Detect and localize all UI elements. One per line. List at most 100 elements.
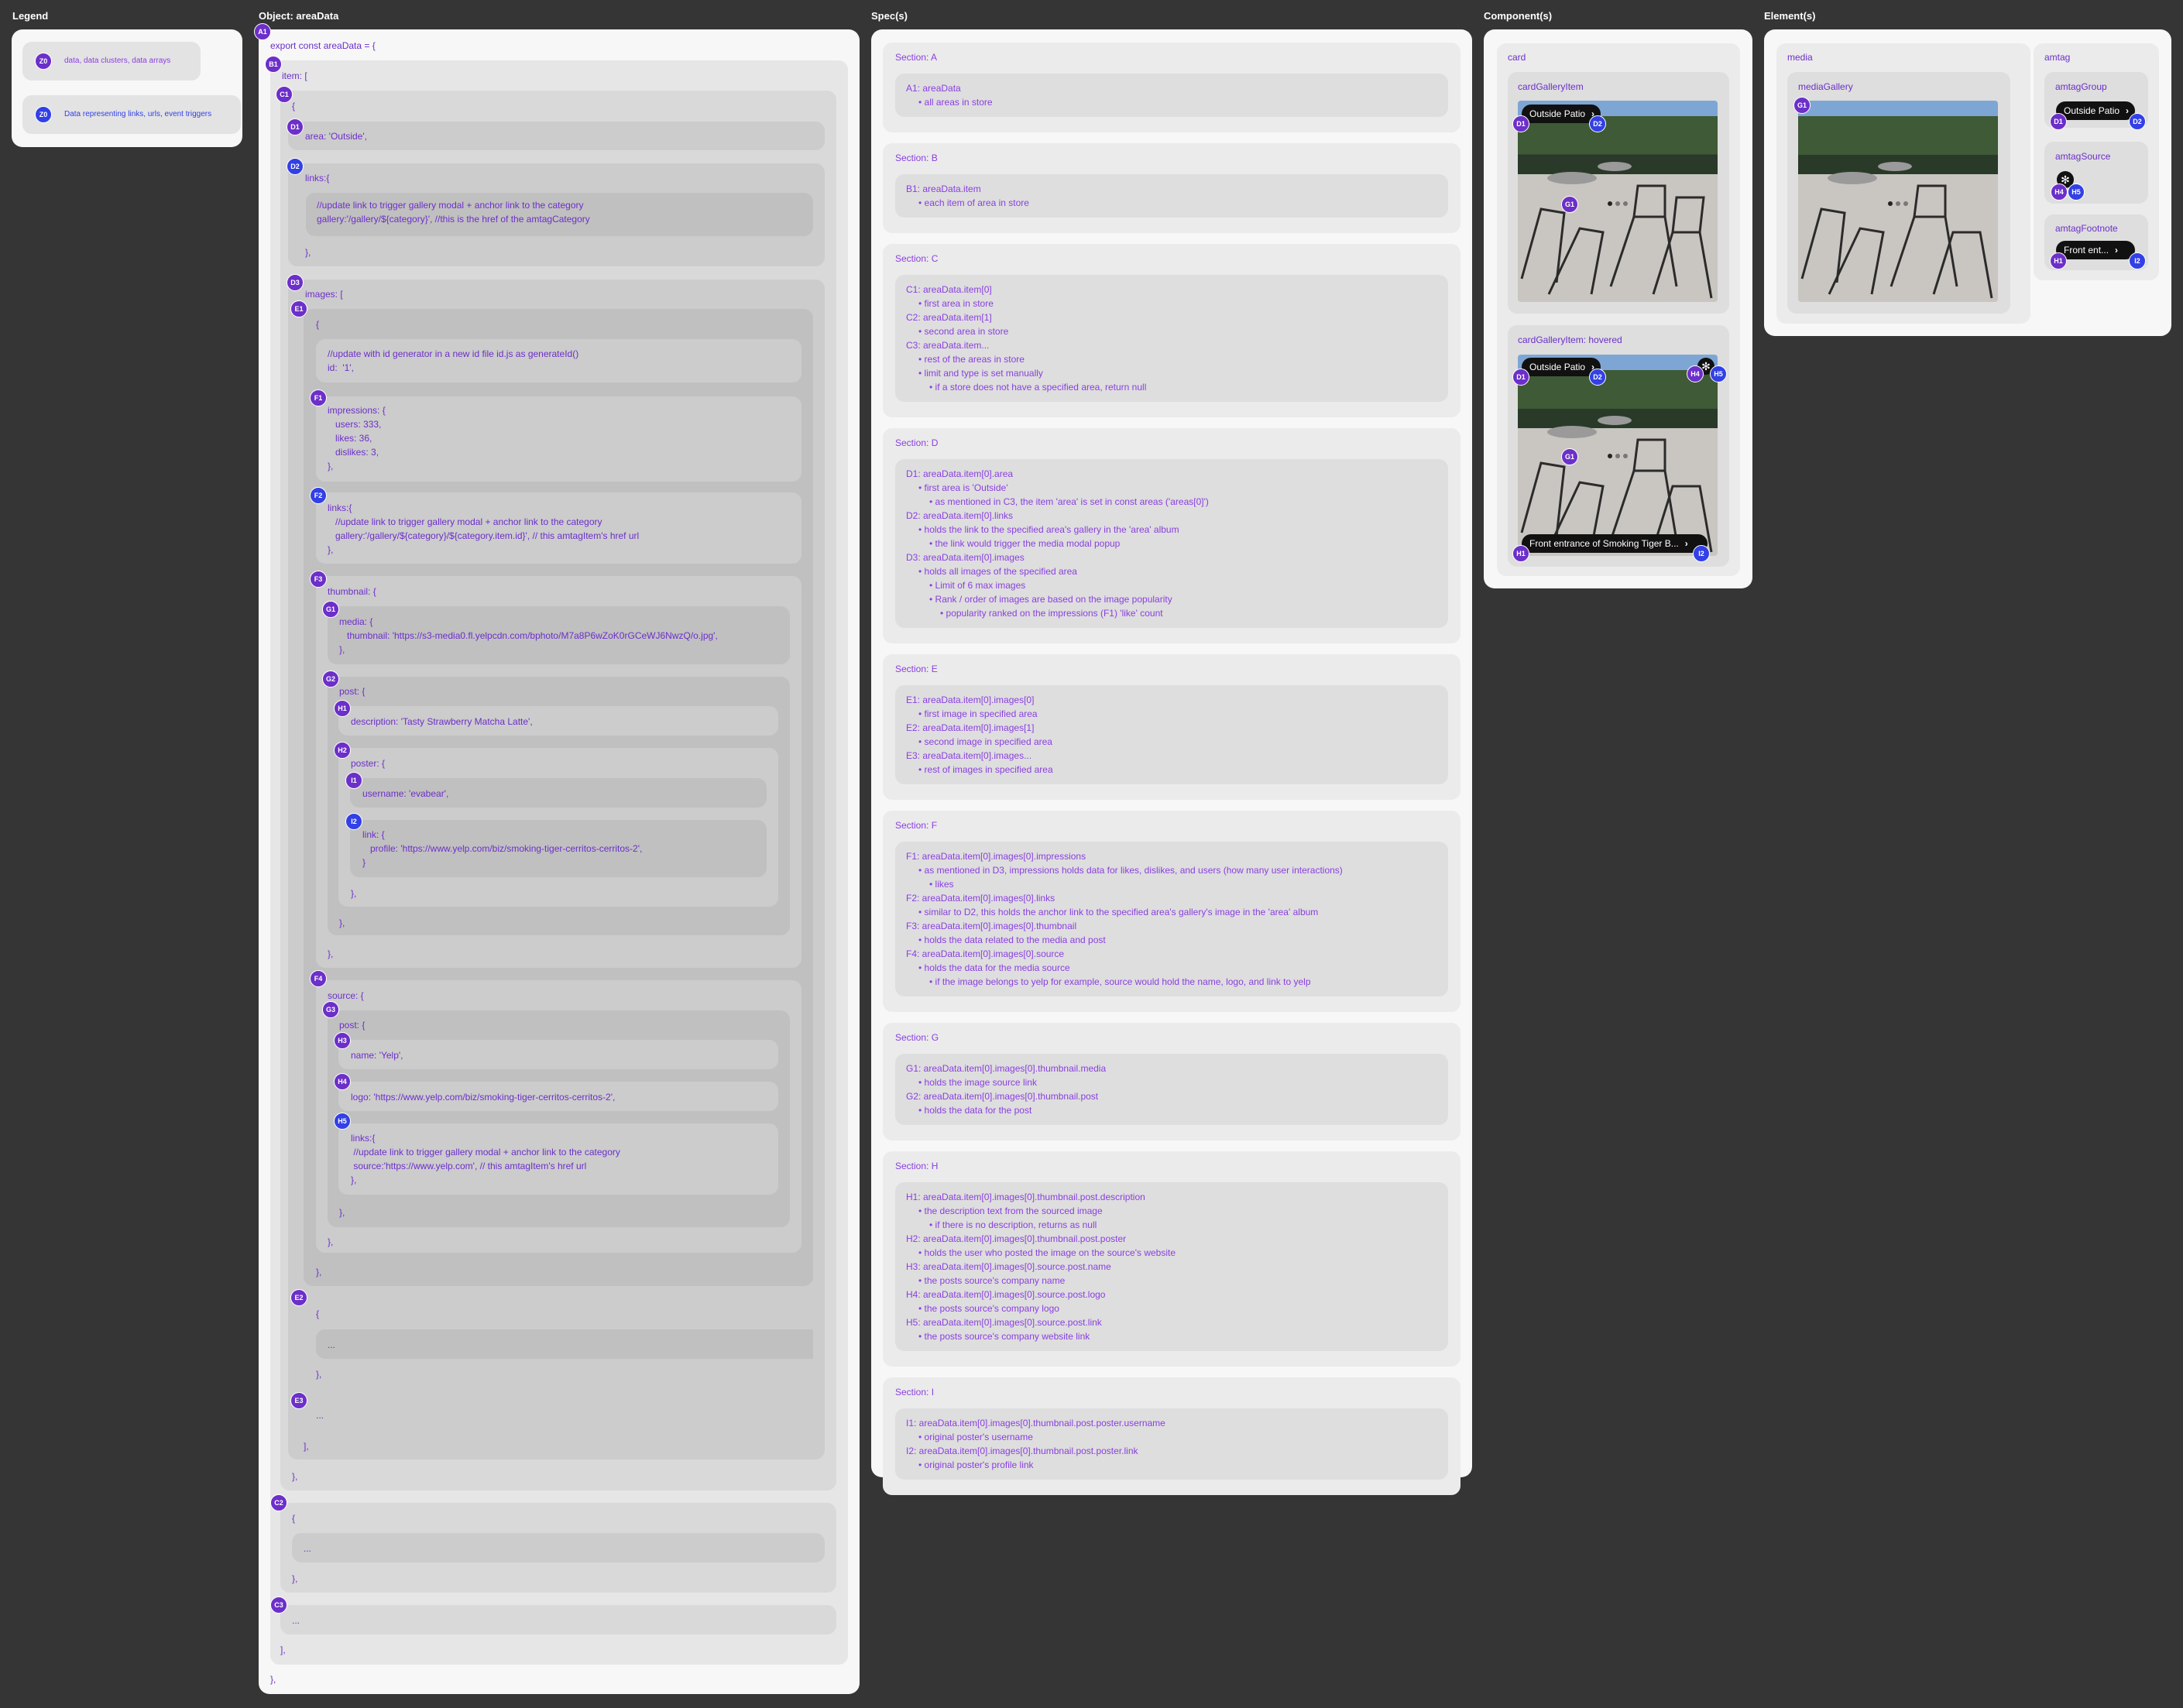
footnote-pill-label: Front entrance of Smoking Tiger B... <box>1529 538 1679 549</box>
code-img-links: links:{ //update link to trigger gallery… <box>328 502 640 555</box>
pagination-dot-active[interactable] <box>1608 454 1612 458</box>
spec-line: • rest of the areas in store <box>918 354 1025 365</box>
code-c2-close: }, <box>292 1573 298 1584</box>
legend-panel: Z0 data, data clusters, data arrays Z0 D… <box>12 29 242 147</box>
comp-hover-badge-d1: D1 <box>1512 369 1529 386</box>
el-badge-h4: H4 <box>2051 183 2068 201</box>
badge-f4: F4 <box>310 970 327 987</box>
pagination-dot[interactable] <box>1615 454 1620 458</box>
pagination-dot[interactable] <box>1623 201 1628 206</box>
pagination-dot-active[interactable] <box>1888 201 1893 206</box>
legend-label-data: data, data clusters, data arrays <box>64 57 171 65</box>
code-username: username: 'evabear', <box>362 788 449 799</box>
pagination-dot[interactable] <box>1623 454 1628 458</box>
spec-line: E3: areaData.item[0].images... <box>906 750 1032 761</box>
code-media: media: { thumbnail: 'https://s3-media0.f… <box>339 616 718 655</box>
spec-line: H4: areaData.item[0].images[0].source.po… <box>906 1289 1106 1300</box>
media-pagination-dots[interactable] <box>1888 200 1916 207</box>
spec-line: • holds the image source link <box>918 1077 1037 1088</box>
badge-f1: F1 <box>310 389 327 406</box>
code-e1-brace: { <box>316 319 320 330</box>
amtag-footnote-pill-label: Front ent... <box>2064 245 2109 256</box>
spec-line: H1: areaData.item[0].images[0].thumbnail… <box>906 1192 1145 1202</box>
code-thumbnail-open: thumbnail: { <box>328 586 376 597</box>
badge-i1: I1 <box>345 772 362 789</box>
code-c3-ellipsis: ... <box>292 1615 300 1626</box>
spec-line: • the posts source's company name <box>918 1275 1066 1286</box>
spec-section-title: Section: C <box>895 253 939 264</box>
spec-line: I1: areaData.item[0].images[0].thumbnail… <box>906 1418 1165 1428</box>
comp-badge-d2: D2 <box>1589 115 1606 132</box>
spec-line: D1: areaData.item[0].area <box>906 468 1014 479</box>
pagination-dot[interactable] <box>1615 201 1620 206</box>
pagination-dots[interactable] <box>1608 200 1636 207</box>
badge-i2: I2 <box>345 813 362 830</box>
c2-inner-box <box>292 1533 825 1562</box>
spec-line: • the posts source's company website lin… <box>918 1331 1090 1342</box>
pagination-dot[interactable] <box>1896 201 1900 206</box>
spec-section-title: Section: F <box>895 820 938 831</box>
spec-line: • all areas in store <box>918 97 993 108</box>
badge-h4: H4 <box>334 1073 351 1090</box>
spec-section-title: Section: B <box>895 153 938 163</box>
pagination-dot-active[interactable] <box>1608 201 1612 206</box>
pagination-dot[interactable] <box>1903 201 1908 206</box>
spec-line: H2: areaData.item[0].images[0].thumbnail… <box>906 1233 1127 1244</box>
badge-h5: H5 <box>334 1113 351 1130</box>
code-images-close: ], <box>304 1441 309 1452</box>
code-source-close: }, <box>328 1236 334 1247</box>
amtag-group-pill[interactable]: Outside Patio › <box>2056 101 2135 120</box>
amtag-group-pill-label: Outside Patio <box>2064 105 2120 116</box>
code-poster-close: }, <box>351 888 357 899</box>
pagination-dots-hovered[interactable] <box>1608 452 1636 460</box>
code-post-close: }, <box>339 917 345 928</box>
chevron-right-icon: › <box>1684 538 1688 549</box>
e3-box <box>304 1400 813 1429</box>
spec-line: • first area is 'Outside' <box>918 482 1008 493</box>
components-title: Component(s) <box>1484 10 1553 22</box>
spec-line: • limit and type is set manually <box>918 368 1043 379</box>
code-name: name: 'Yelp', <box>351 1050 403 1061</box>
amtag-footnote-pill[interactable]: Front ent... › <box>2056 241 2135 259</box>
spec-line: D3: areaData.item[0].images <box>906 552 1025 563</box>
legend-title: Legend <box>12 10 49 22</box>
badge-b1: B1 <box>265 56 282 73</box>
spec-line: • first area in store <box>918 298 994 309</box>
code-src-post-close: }, <box>339 1207 345 1218</box>
code-export: export const areaData = { <box>270 40 376 51</box>
legend-item-data: Z0 data, data clusters, data arrays <box>22 42 201 81</box>
spec-line: • holds the data related to the media an… <box>918 935 1106 945</box>
badge-h2: H2 <box>334 742 351 759</box>
spec-line: F2: areaData.item[0].images[0].links <box>906 893 1055 904</box>
badge-f3: F3 <box>310 571 327 588</box>
media-gallery-label: mediaGallery <box>1798 81 1853 92</box>
code-area: area: 'Outside', <box>305 131 367 142</box>
spec-line: • holds the link to the specified area's… <box>918 524 1179 535</box>
spec-line: H3: areaData.item[0].images[0].source.po… <box>906 1261 1111 1272</box>
code-description: description: 'Tasty Strawberry Matcha La… <box>351 716 533 727</box>
f1-box <box>316 396 801 482</box>
comp-hover-badge-h4: H4 <box>1687 365 1704 382</box>
badge-c1: C1 <box>276 86 293 103</box>
d1-box <box>288 122 825 150</box>
amtag-footnote-label: amtagFootnote <box>2055 223 2118 234</box>
spec-line: C2: areaData.item[1] <box>906 312 992 323</box>
spec-line: • the description text from the sourced … <box>918 1206 1103 1216</box>
spec-line: B1: areaData.item <box>906 183 981 194</box>
spec-section-title: Section: D <box>895 437 939 448</box>
spec-line: F4: areaData.item[0].images[0].source <box>906 948 1065 959</box>
badge-c3: C3 <box>270 1597 287 1614</box>
h3-box <box>338 1040 778 1069</box>
code-links-body: //update link to trigger gallery modal +… <box>317 200 590 225</box>
spec-line: E2: areaData.item[0].images[1] <box>906 722 1035 733</box>
footnote-pill[interactable]: Front entrance of Smoking Tiger B... › <box>1522 534 1708 553</box>
comp-badge-g1: G1 <box>1561 196 1578 213</box>
badge-d3: D3 <box>287 274 304 291</box>
spec-line: • similar to D2, this holds the anchor l… <box>918 907 1319 917</box>
media-label: media <box>1787 52 1813 63</box>
code-item-open: item: [ <box>282 70 307 81</box>
spec-line: • Limit of 6 max images <box>929 580 1026 591</box>
card-gallery-item-hovered-label: cardGalleryItem: hovered <box>1518 334 1622 345</box>
badge-e3: E3 <box>290 1392 307 1409</box>
legend-label-links: Data representing links, urls, event tri… <box>64 110 212 118</box>
